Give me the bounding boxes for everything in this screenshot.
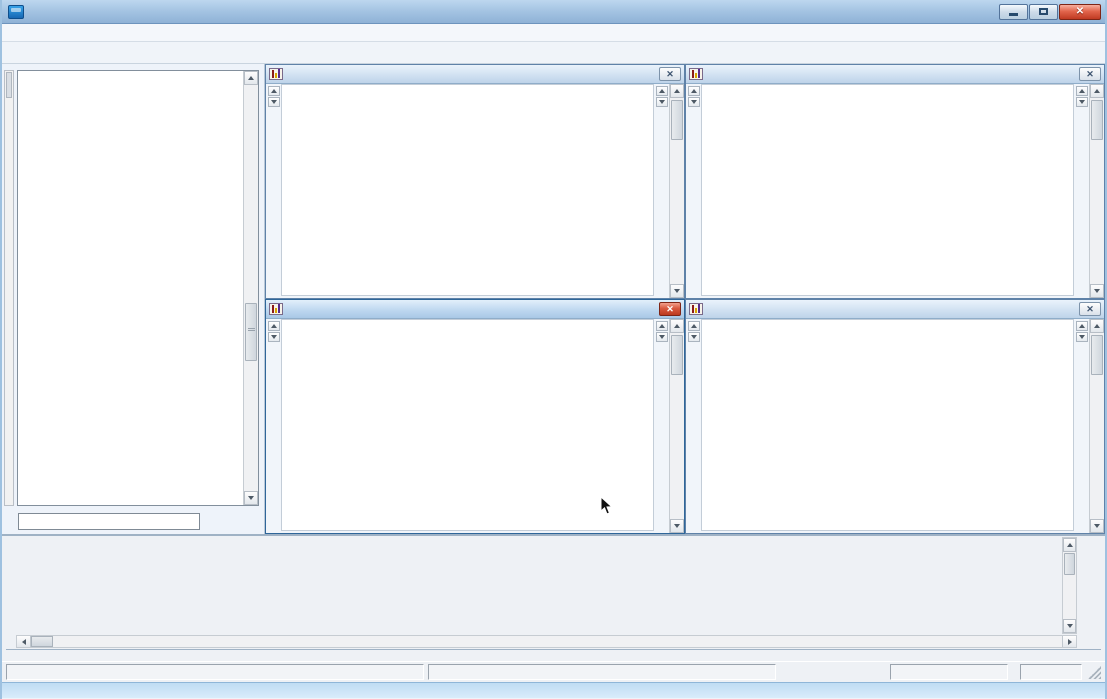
table-scroll-right-icon[interactable] (1062, 636, 1076, 647)
device-tree-panel (2, 64, 265, 534)
table-vertical-scrollbar[interactable] (1062, 537, 1077, 634)
child-close-icon[interactable]: ✕ (659, 67, 681, 81)
scroll-thumb[interactable] (1091, 335, 1103, 375)
spin-down-icon[interactable] (1076, 332, 1088, 342)
chart-window-icon (269, 68, 283, 80)
right-spin-controls (654, 84, 669, 298)
toolbar (2, 42, 1105, 64)
chart-scrollbar[interactable] (669, 319, 684, 533)
scroll-thumb[interactable] (671, 100, 683, 140)
delta-id-chart[interactable] (281, 84, 654, 296)
right-spin-controls (654, 319, 669, 533)
chart-scrollbar[interactable] (1089, 84, 1104, 298)
bottom-tab-row (6, 649, 1101, 663)
chart-window-icon (689, 68, 703, 80)
spin-down-icon[interactable] (656, 97, 668, 107)
app-icon (8, 5, 24, 19)
spin-up-icon[interactable] (656, 321, 668, 331)
child-close-icon[interactable]: ✕ (1079, 302, 1101, 316)
chart-window-sid-vgs[interactable]: ✕ (685, 64, 1105, 299)
chart-window-delta-id[interactable]: ✕ (265, 64, 685, 299)
right-spin-controls (1074, 319, 1089, 533)
application-window: ✕ (0, 0, 1107, 699)
scroll-down-icon[interactable] (1090, 519, 1104, 533)
close-button[interactable]: ✕ (1059, 4, 1101, 20)
spin-down-icon[interactable] (268, 97, 280, 107)
scroll-up-icon[interactable] (670, 319, 684, 333)
title-bar: ✕ (2, 0, 1105, 24)
id-vd-chart[interactable] (701, 319, 1074, 531)
tree-scroll-down-icon[interactable] (244, 491, 258, 505)
spin-up-icon[interactable] (688, 321, 700, 331)
spin-down-icon[interactable] (1076, 97, 1088, 107)
table-scroll-down-icon[interactable] (1063, 619, 1076, 633)
table-horizontal-scrollbar[interactable] (16, 635, 1077, 648)
scroll-down-icon[interactable] (670, 284, 684, 298)
spin-down-icon[interactable] (688, 97, 700, 107)
spin-up-icon[interactable] (1076, 86, 1088, 96)
panel-splitter-strip[interactable] (4, 70, 14, 506)
tree-scroll-up-icon[interactable] (244, 71, 258, 85)
tree-scrollbar[interactable] (243, 71, 258, 505)
window-controls: ✕ (999, 4, 1101, 20)
table-scroll-up-icon[interactable] (1063, 538, 1076, 552)
main-area: ✕ (2, 64, 1105, 534)
menu-bar (2, 24, 1105, 42)
child-title-bar[interactable]: ✕ (266, 65, 684, 84)
scroll-thumb[interactable] (671, 335, 683, 375)
scroll-down-icon[interactable] (670, 519, 684, 533)
mdi-area: ✕ (265, 64, 1105, 534)
scroll-up-icon[interactable] (1090, 84, 1104, 98)
table-hscroll-thumb[interactable] (31, 636, 53, 647)
spin-up-icon[interactable] (268, 321, 280, 331)
status-y-field (428, 664, 776, 680)
child-title-bar[interactable]: ✕ (266, 300, 684, 319)
spin-down-icon[interactable] (656, 332, 668, 342)
spin-up-icon[interactable] (688, 86, 700, 96)
scroll-up-icon[interactable] (670, 84, 684, 98)
chart-window-id-vd[interactable]: ✕ (685, 299, 1105, 534)
chart-window-icon (689, 303, 703, 315)
table-scroll-thumb[interactable] (1064, 553, 1075, 575)
child-title-bar[interactable]: ✕ (686, 65, 1104, 84)
left-spin-controls (686, 319, 701, 533)
window-bottom-frame (2, 682, 1105, 698)
iv-model-value (1020, 664, 1082, 680)
child-close-icon[interactable]: ✕ (659, 302, 681, 316)
scroll-down-icon[interactable] (1090, 284, 1104, 298)
right-spin-controls (1074, 84, 1089, 298)
status-x-field (6, 664, 424, 680)
resize-grip[interactable] (1088, 666, 1101, 679)
device-input[interactable] (18, 513, 200, 530)
device-table-panel (2, 534, 1105, 661)
sid-spectrum-chart[interactable] (281, 319, 654, 531)
sid-vgs-chart[interactable] (701, 84, 1074, 296)
left-spin-controls (686, 84, 701, 298)
status-bar (2, 661, 1105, 682)
spin-up-icon[interactable] (268, 86, 280, 96)
chart-scrollbar[interactable] (1089, 319, 1104, 533)
chart-window-icon (269, 303, 283, 315)
tree-scroll-thumb[interactable] (245, 303, 257, 361)
device-table[interactable] (2, 537, 1105, 634)
spin-up-icon[interactable] (1076, 321, 1088, 331)
noise-model-value (890, 664, 1008, 680)
scroll-thumb[interactable] (1091, 100, 1103, 140)
spin-up-icon[interactable] (656, 86, 668, 96)
child-title-bar[interactable]: ✕ (686, 300, 1104, 319)
spin-down-icon[interactable] (268, 332, 280, 342)
left-spin-controls (266, 84, 281, 298)
left-spin-controls (266, 319, 281, 533)
chart-window-sid-spectrum[interactable]: ✕ (265, 299, 685, 534)
device-tree[interactable] (17, 70, 259, 506)
scroll-up-icon[interactable] (1090, 319, 1104, 333)
chart-scrollbar[interactable] (669, 84, 684, 298)
minimize-button[interactable] (999, 4, 1028, 20)
maximize-button[interactable] (1029, 4, 1058, 20)
child-close-icon[interactable]: ✕ (1079, 67, 1101, 81)
spin-down-icon[interactable] (688, 332, 700, 342)
table-scroll-left-icon[interactable] (17, 636, 31, 647)
